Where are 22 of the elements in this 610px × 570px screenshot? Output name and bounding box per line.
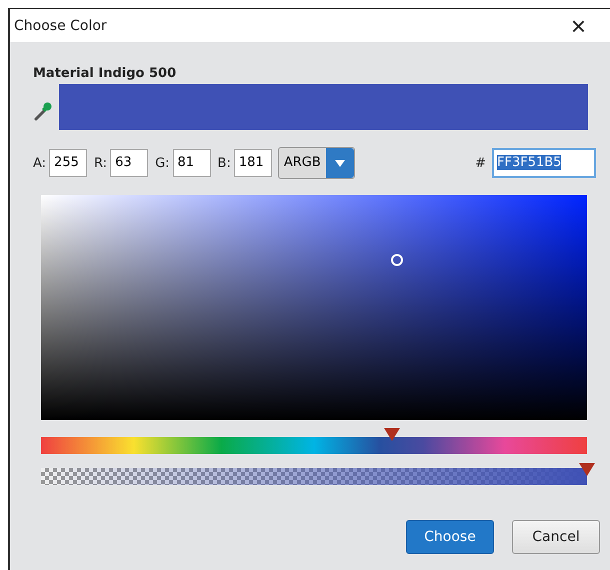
- cancel-button[interactable]: Cancel: [512, 520, 600, 554]
- eyedropper-icon[interactable]: [33, 101, 53, 121]
- mode-dropdown[interactable]: ARGB: [278, 147, 355, 179]
- channel-field[interactable]: 63: [110, 149, 148, 177]
- channel-field[interactable]: 255: [49, 149, 88, 177]
- choose-button[interactable]: Choose: [406, 520, 494, 554]
- channel-field[interactable]: 81: [172, 149, 211, 177]
- dropdown-arrow-icon: [334, 160, 345, 166]
- picker-cursor[interactable]: [390, 254, 403, 266]
- channel-label: G:: [155, 156, 170, 170]
- channel-field[interactable]: 181: [234, 149, 272, 177]
- saturation-value-picker[interactable]: [41, 195, 587, 420]
- hex-label: #: [475, 156, 486, 170]
- channel-label: A:: [33, 156, 46, 170]
- channel-label: B:: [218, 156, 231, 170]
- close-button[interactable]: ×: [566, 12, 590, 38]
- hex-field[interactable]: FF3F51B5: [492, 148, 596, 178]
- slider-thumb[interactable]: [579, 463, 595, 476]
- slider-thumb[interactable]: [384, 428, 400, 441]
- window-title: Choose Color: [14, 18, 107, 34]
- channel-label: R:: [94, 156, 108, 170]
- color-name: Material Indigo 500: [33, 66, 178, 81]
